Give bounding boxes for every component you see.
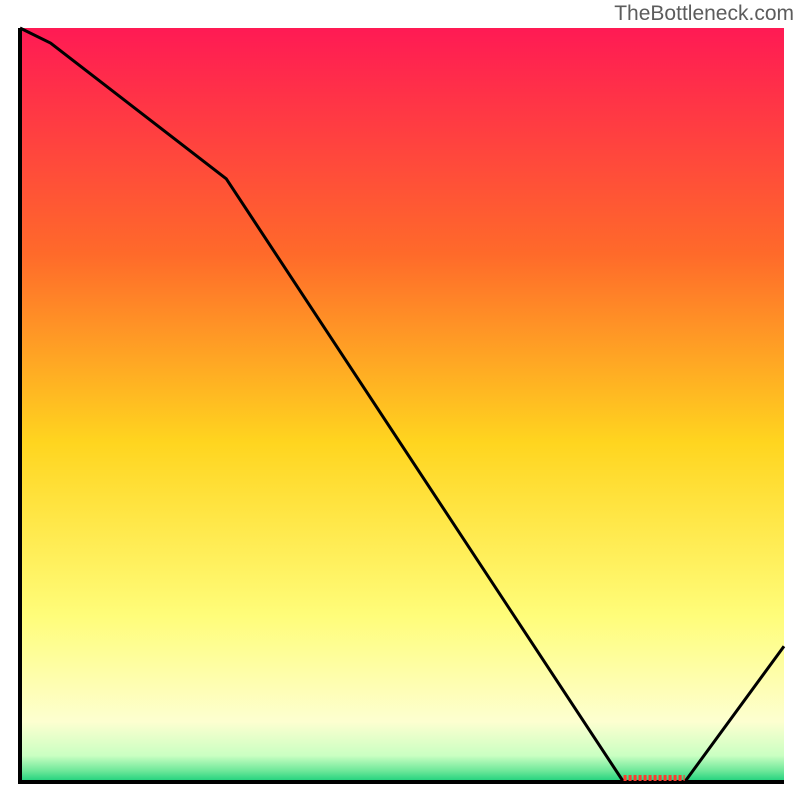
chart-background xyxy=(20,28,784,782)
chart-svg xyxy=(0,0,800,800)
chart-container xyxy=(0,0,800,800)
